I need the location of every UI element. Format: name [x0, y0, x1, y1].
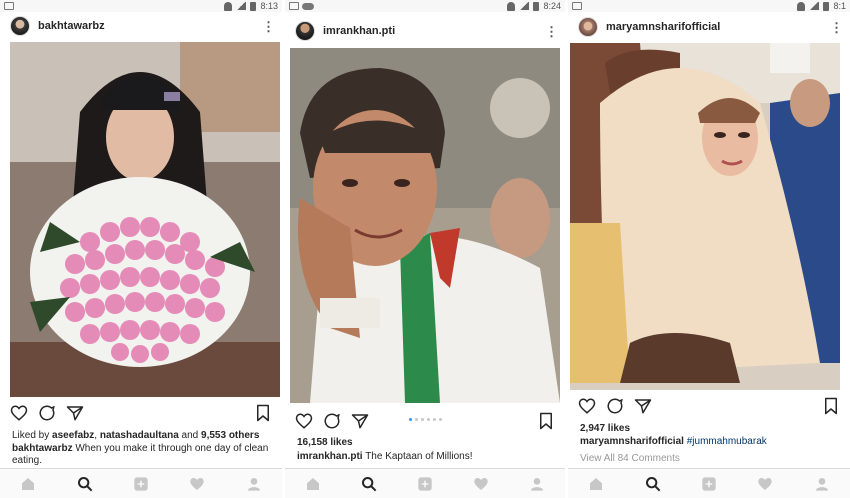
caption: maryamnsharifofficial #jummahmubarak — [580, 436, 840, 448]
post-header: maryamnsharifofficial ⋮ — [568, 12, 850, 42]
home-icon[interactable] — [305, 476, 321, 492]
activity-icon[interactable] — [757, 476, 773, 492]
caption-username[interactable]: maryamnsharifofficial — [580, 436, 684, 447]
post-header: bakhtawarbz ⋮ — [0, 12, 282, 40]
profile-icon[interactable] — [814, 476, 830, 492]
mute-icon — [797, 1, 806, 11]
home-icon[interactable] — [20, 476, 36, 492]
post-panel-1: 8:13 bakhtawarbz ⋮ Liked by aseefabz, na… — [0, 0, 282, 498]
status-time: 8:24 — [543, 1, 561, 11]
signal-icon — [519, 2, 530, 10]
heart-icon[interactable] — [578, 397, 596, 415]
post-username[interactable]: maryamnsharifofficial — [606, 21, 822, 33]
search-icon[interactable] — [77, 476, 93, 492]
signal-icon — [236, 2, 247, 10]
likes-count[interactable]: 16,158 likes — [297, 437, 555, 449]
post-panel-2: 8:24 imrankhan.pti ⋮ 16,158 likes imrank… — [285, 0, 565, 498]
battery-icon — [823, 1, 830, 11]
search-icon[interactable] — [645, 476, 661, 492]
caption: bakhtawarbz When you make it through one… — [12, 443, 272, 467]
post-actions — [10, 403, 272, 423]
liker-link[interactable]: natashadaultana — [100, 430, 179, 441]
bookmark-icon[interactable] — [254, 404, 272, 422]
bookmark-icon[interactable] — [822, 397, 840, 415]
caption-username[interactable]: bakhtawarbz — [12, 443, 73, 454]
caption: imrankhan.pti The Kaptaan of Millions! — [297, 451, 555, 463]
mute-icon — [224, 1, 233, 11]
status-bar: 8:24 — [285, 0, 565, 12]
caption-username[interactable]: imrankhan.pti — [297, 451, 363, 462]
more-icon[interactable]: ⋮ — [262, 20, 275, 33]
hashtag-link[interactable]: #jummahmubarak — [687, 436, 767, 447]
avatar[interactable] — [295, 21, 315, 41]
liker-link[interactable]: aseefabz — [52, 430, 94, 441]
bottom-nav — [285, 468, 565, 498]
likes-line: Liked by aseefabz, natashadaultana and 9… — [12, 430, 272, 442]
likes-text[interactable]: 16,158 likes — [297, 437, 353, 448]
add-icon[interactable] — [701, 476, 717, 492]
bottom-nav — [0, 468, 282, 498]
likers-prefix: Liked by — [12, 430, 53, 441]
cloud-icon — [301, 2, 314, 10]
post-photo[interactable] — [290, 48, 560, 403]
mute-icon — [507, 1, 516, 11]
signal-icon — [809, 2, 820, 10]
post-actions — [578, 396, 840, 416]
home-icon[interactable] — [588, 476, 604, 492]
comment-icon[interactable] — [38, 404, 56, 422]
post-actions — [295, 411, 555, 431]
post-photo[interactable] — [10, 42, 280, 397]
view-comments-link[interactable]: View All 84 Comments — [580, 453, 840, 465]
battery-icon — [533, 1, 540, 11]
avatar[interactable] — [10, 16, 30, 36]
more-icon[interactable]: ⋮ — [545, 25, 558, 38]
bottom-nav — [568, 468, 850, 498]
activity-icon[interactable] — [189, 476, 205, 492]
post-username[interactable]: imrankhan.pti — [323, 25, 537, 37]
add-icon[interactable] — [133, 476, 149, 492]
search-icon[interactable] — [361, 476, 377, 492]
post-panel-3: 8:1 maryamnsharifofficial ⋮ 2,947 likes … — [568, 0, 850, 498]
status-bar: 8:13 — [0, 0, 282, 12]
caption-text: The Kaptaan of Millions! — [365, 451, 473, 462]
screen-icon — [4, 2, 14, 10]
add-icon[interactable] — [417, 476, 433, 492]
post-header: imrankhan.pti ⋮ — [285, 12, 565, 50]
share-icon[interactable] — [66, 404, 84, 422]
status-bar: 8:1 — [568, 0, 850, 12]
likes-count[interactable]: 2,947 likes — [580, 423, 840, 435]
likes-text[interactable]: 2,947 likes — [580, 423, 630, 434]
others-link[interactable]: 9,553 others — [201, 430, 259, 441]
post-username[interactable]: bakhtawarbz — [38, 20, 254, 32]
screen-icon — [572, 2, 582, 10]
screen-icon — [289, 2, 299, 10]
comment-icon[interactable] — [323, 412, 341, 430]
profile-icon[interactable] — [246, 476, 262, 492]
share-icon[interactable] — [634, 397, 652, 415]
and-text: and — [178, 430, 202, 441]
bookmark-icon[interactable] — [537, 412, 555, 430]
status-time: 8:13 — [260, 1, 278, 11]
post-photo[interactable] — [570, 43, 840, 390]
status-time: 8:1 — [833, 1, 846, 11]
battery-icon — [250, 1, 257, 11]
more-icon[interactable]: ⋮ — [830, 21, 843, 34]
comment-icon[interactable] — [606, 397, 624, 415]
heart-icon[interactable] — [295, 412, 313, 430]
share-icon[interactable] — [351, 412, 369, 430]
activity-icon[interactable] — [473, 476, 489, 492]
profile-icon[interactable] — [529, 476, 545, 492]
avatar[interactable] — [578, 17, 598, 37]
heart-icon[interactable] — [10, 404, 28, 422]
